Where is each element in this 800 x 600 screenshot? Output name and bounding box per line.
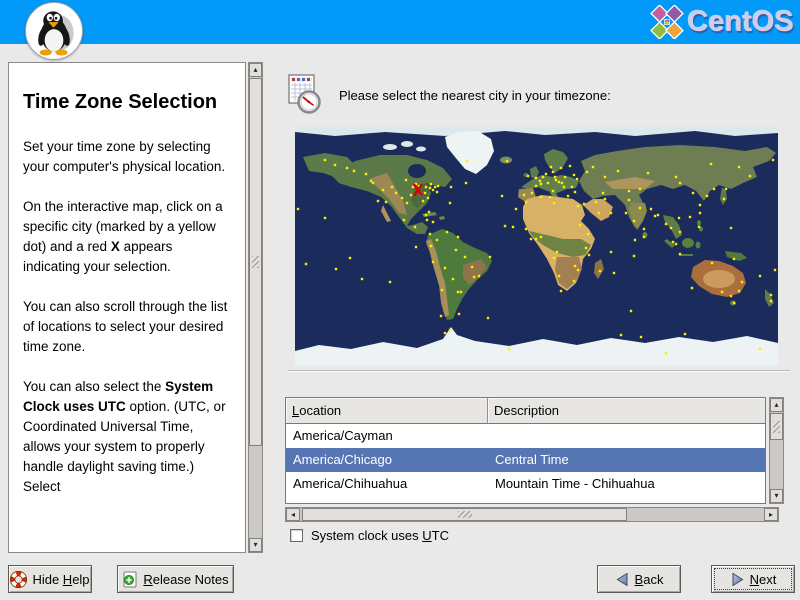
scroll-left-icon[interactable]: ◂ xyxy=(286,508,300,521)
table-header: Location Description xyxy=(286,398,765,424)
header-bar: CentOS xyxy=(0,0,800,44)
hide-help-button[interactable]: Hide Help xyxy=(8,565,92,593)
utc-checkbox[interactable] xyxy=(290,529,303,542)
help-paragraph-3: You can also scroll through the list of … xyxy=(23,298,228,354)
page-title: Time Zone Selection xyxy=(23,91,218,113)
tux-logo xyxy=(25,2,83,60)
calendar-clock-icon xyxy=(288,74,321,114)
scroll-down-icon[interactable]: ▾ xyxy=(249,538,262,552)
hscrollbar-thumb[interactable] xyxy=(302,508,627,521)
column-header-description[interactable]: Description xyxy=(488,398,765,424)
horizontal-separator xyxy=(288,370,790,372)
timezone-table: Location Description America/Cayman Amer… xyxy=(285,397,766,504)
table-scrollbar-vertical[interactable]: ▴ ▾ xyxy=(769,397,784,504)
centos-wordmark: CentOS xyxy=(687,5,794,38)
table-scrollbar-horizontal[interactable]: ◂ ▸ xyxy=(285,507,779,522)
back-button[interactable]: Back xyxy=(597,565,681,593)
next-arrow-icon xyxy=(732,572,744,586)
scroll-up-icon[interactable]: ▴ xyxy=(770,398,783,412)
next-button[interactable]: Next xyxy=(711,565,795,593)
scroll-up-icon[interactable]: ▴ xyxy=(249,63,262,77)
centos-logo: CentOS xyxy=(649,5,794,39)
table-row[interactable]: America/Chicago Central Time xyxy=(286,448,765,472)
help-scrollbar[interactable]: ▴ ▾ xyxy=(248,62,263,553)
release-notes-icon xyxy=(123,571,137,587)
centos-logo-icon xyxy=(649,5,684,39)
timezone-map[interactable] xyxy=(295,127,778,365)
tux-penguin-icon xyxy=(38,11,74,56)
help-scrollbar-thumb[interactable] xyxy=(249,78,262,446)
scroll-down-icon[interactable]: ▾ xyxy=(770,489,783,503)
column-header-location[interactable]: Location xyxy=(286,398,488,424)
help-paragraph-2: On the interactive map, click on a speci… xyxy=(23,198,223,274)
release-notes-button[interactable]: Release Notes xyxy=(117,565,234,593)
prompt-text: Please select the nearest city in your t… xyxy=(339,88,611,103)
table-row[interactable]: America/Cayman xyxy=(286,424,765,448)
utc-checkbox-label[interactable]: System clock uses UTC xyxy=(311,528,449,543)
table-row[interactable]: America/Chihuahua Mountain Time - Chihua… xyxy=(286,472,765,496)
life-preserver-icon xyxy=(10,570,28,588)
back-arrow-icon xyxy=(616,572,628,586)
help-paragraph-4: You can also select the System Clock use… xyxy=(23,378,226,494)
scroll-right-icon[interactable]: ▸ xyxy=(764,508,778,521)
installer-window: CentOS Time Zone Selection Set your time… xyxy=(0,0,800,600)
help-panel: Time Zone Selection Set your time zone b… xyxy=(8,62,246,553)
table-scrollbar-thumb[interactable] xyxy=(770,413,783,440)
help-paragraph-1: Set your time zone by selecting your com… xyxy=(23,139,226,174)
utc-checkbox-row: System clock uses UTC xyxy=(290,528,449,543)
